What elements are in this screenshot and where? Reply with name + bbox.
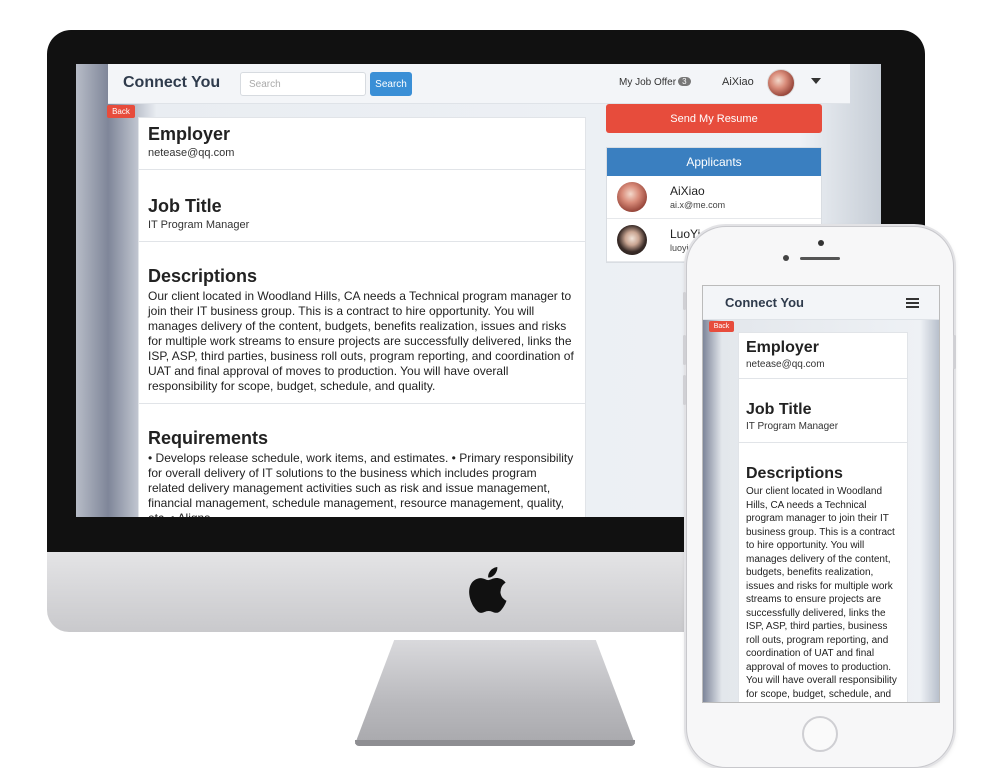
phone-volume-button: [683, 335, 686, 365]
mobile-descriptions-heading: Descriptions: [746, 465, 843, 482]
job-title-value: IT Program Manager: [148, 219, 250, 231]
hamburger-menu-icon[interactable]: [906, 298, 919, 308]
mobile-job-title-heading: Job Title: [746, 401, 812, 418]
iphone-device: Connect You Back Employer netease@qq.com…: [686, 226, 954, 768]
phone-speaker: [800, 257, 840, 260]
mobile-navbar: Connect You: [703, 286, 939, 320]
phone-home-button[interactable]: [802, 716, 838, 752]
job-title-section: Job Title IT Program Manager: [139, 170, 585, 242]
applicant-email: ai.x@me.com: [670, 200, 726, 210]
job-title-heading: Job Title: [148, 196, 222, 216]
mobile-job-detail-panel: Employer netease@qq.com Job Title IT Pro…: [738, 332, 908, 702]
desktop-navbar: Connect You Search My Job Offer3 AiXiao: [108, 64, 850, 104]
username-label[interactable]: AiXiao: [722, 76, 754, 88]
job-offer-label: My Job Offer: [619, 77, 677, 88]
phone-power-button: [953, 335, 956, 369]
mobile-employer-email: netease@qq.com: [746, 359, 825, 370]
apple-logo-icon: [469, 567, 507, 613]
mobile-descriptions-section: Descriptions Our client located in Woodl…: [739, 443, 907, 702]
phone-side-button: [683, 292, 686, 310]
caret-down-icon[interactable]: [811, 78, 821, 84]
mobile-employer-section: Employer netease@qq.com: [739, 333, 907, 379]
requirements-text: • Develops release schedule, work items,…: [148, 451, 574, 517]
mobile-descriptions-text: Our client located in Woodland Hills, CA…: [746, 486, 897, 700]
requirements-section: Requirements • Develops release schedule…: [139, 404, 585, 517]
mobile-job-title-value: IT Program Manager: [746, 421, 839, 432]
job-offer-count-badge: 3: [678, 77, 691, 86]
brand-logo[interactable]: Connect You: [123, 74, 220, 92]
back-button[interactable]: Back: [107, 105, 135, 118]
send-resume-button[interactable]: Send My Resume: [606, 104, 822, 133]
mobile-screen: Connect You Back Employer netease@qq.com…: [702, 285, 940, 703]
descriptions-heading: Descriptions: [148, 266, 258, 286]
applicant-row[interactable]: AiXiao ai.x@me.com: [607, 176, 821, 219]
applicant-email: luoyi: [670, 243, 689, 253]
employer-email: netease@qq.com: [148, 147, 235, 159]
applicant-avatar: [617, 225, 647, 255]
imac-stand-base: [355, 740, 635, 746]
mobile-back-button[interactable]: Back: [709, 321, 734, 332]
applicant-avatar: [617, 182, 647, 212]
mobile-brand-logo[interactable]: Connect You: [725, 295, 804, 310]
job-detail-panel: Employer netease@qq.com Job Title IT Pro…: [138, 117, 586, 517]
descriptions-text: Our client located in Woodland Hills, CA…: [148, 289, 574, 393]
applicants-heading: Applicants: [607, 148, 821, 176]
phone-volume-button: [683, 375, 686, 405]
search-input[interactable]: [240, 72, 366, 96]
employer-heading: Employer: [148, 124, 231, 144]
mobile-employer-heading: Employer: [746, 339, 819, 356]
phone-sensor: [783, 255, 789, 261]
descriptions-section: Descriptions Our client located in Woodl…: [139, 242, 585, 404]
mobile-job-title-section: Job Title IT Program Manager: [739, 379, 907, 443]
phone-camera: [818, 240, 824, 246]
user-avatar[interactable]: [767, 69, 795, 97]
search-button[interactable]: Search: [370, 72, 412, 96]
imac-stand: [355, 640, 635, 744]
applicant-name: AiXiao: [670, 184, 705, 198]
my-job-offer-link[interactable]: My Job Offer 3: [619, 77, 691, 88]
employer-section: Employer netease@qq.com: [139, 118, 585, 170]
requirements-heading: Requirements: [148, 428, 269, 448]
